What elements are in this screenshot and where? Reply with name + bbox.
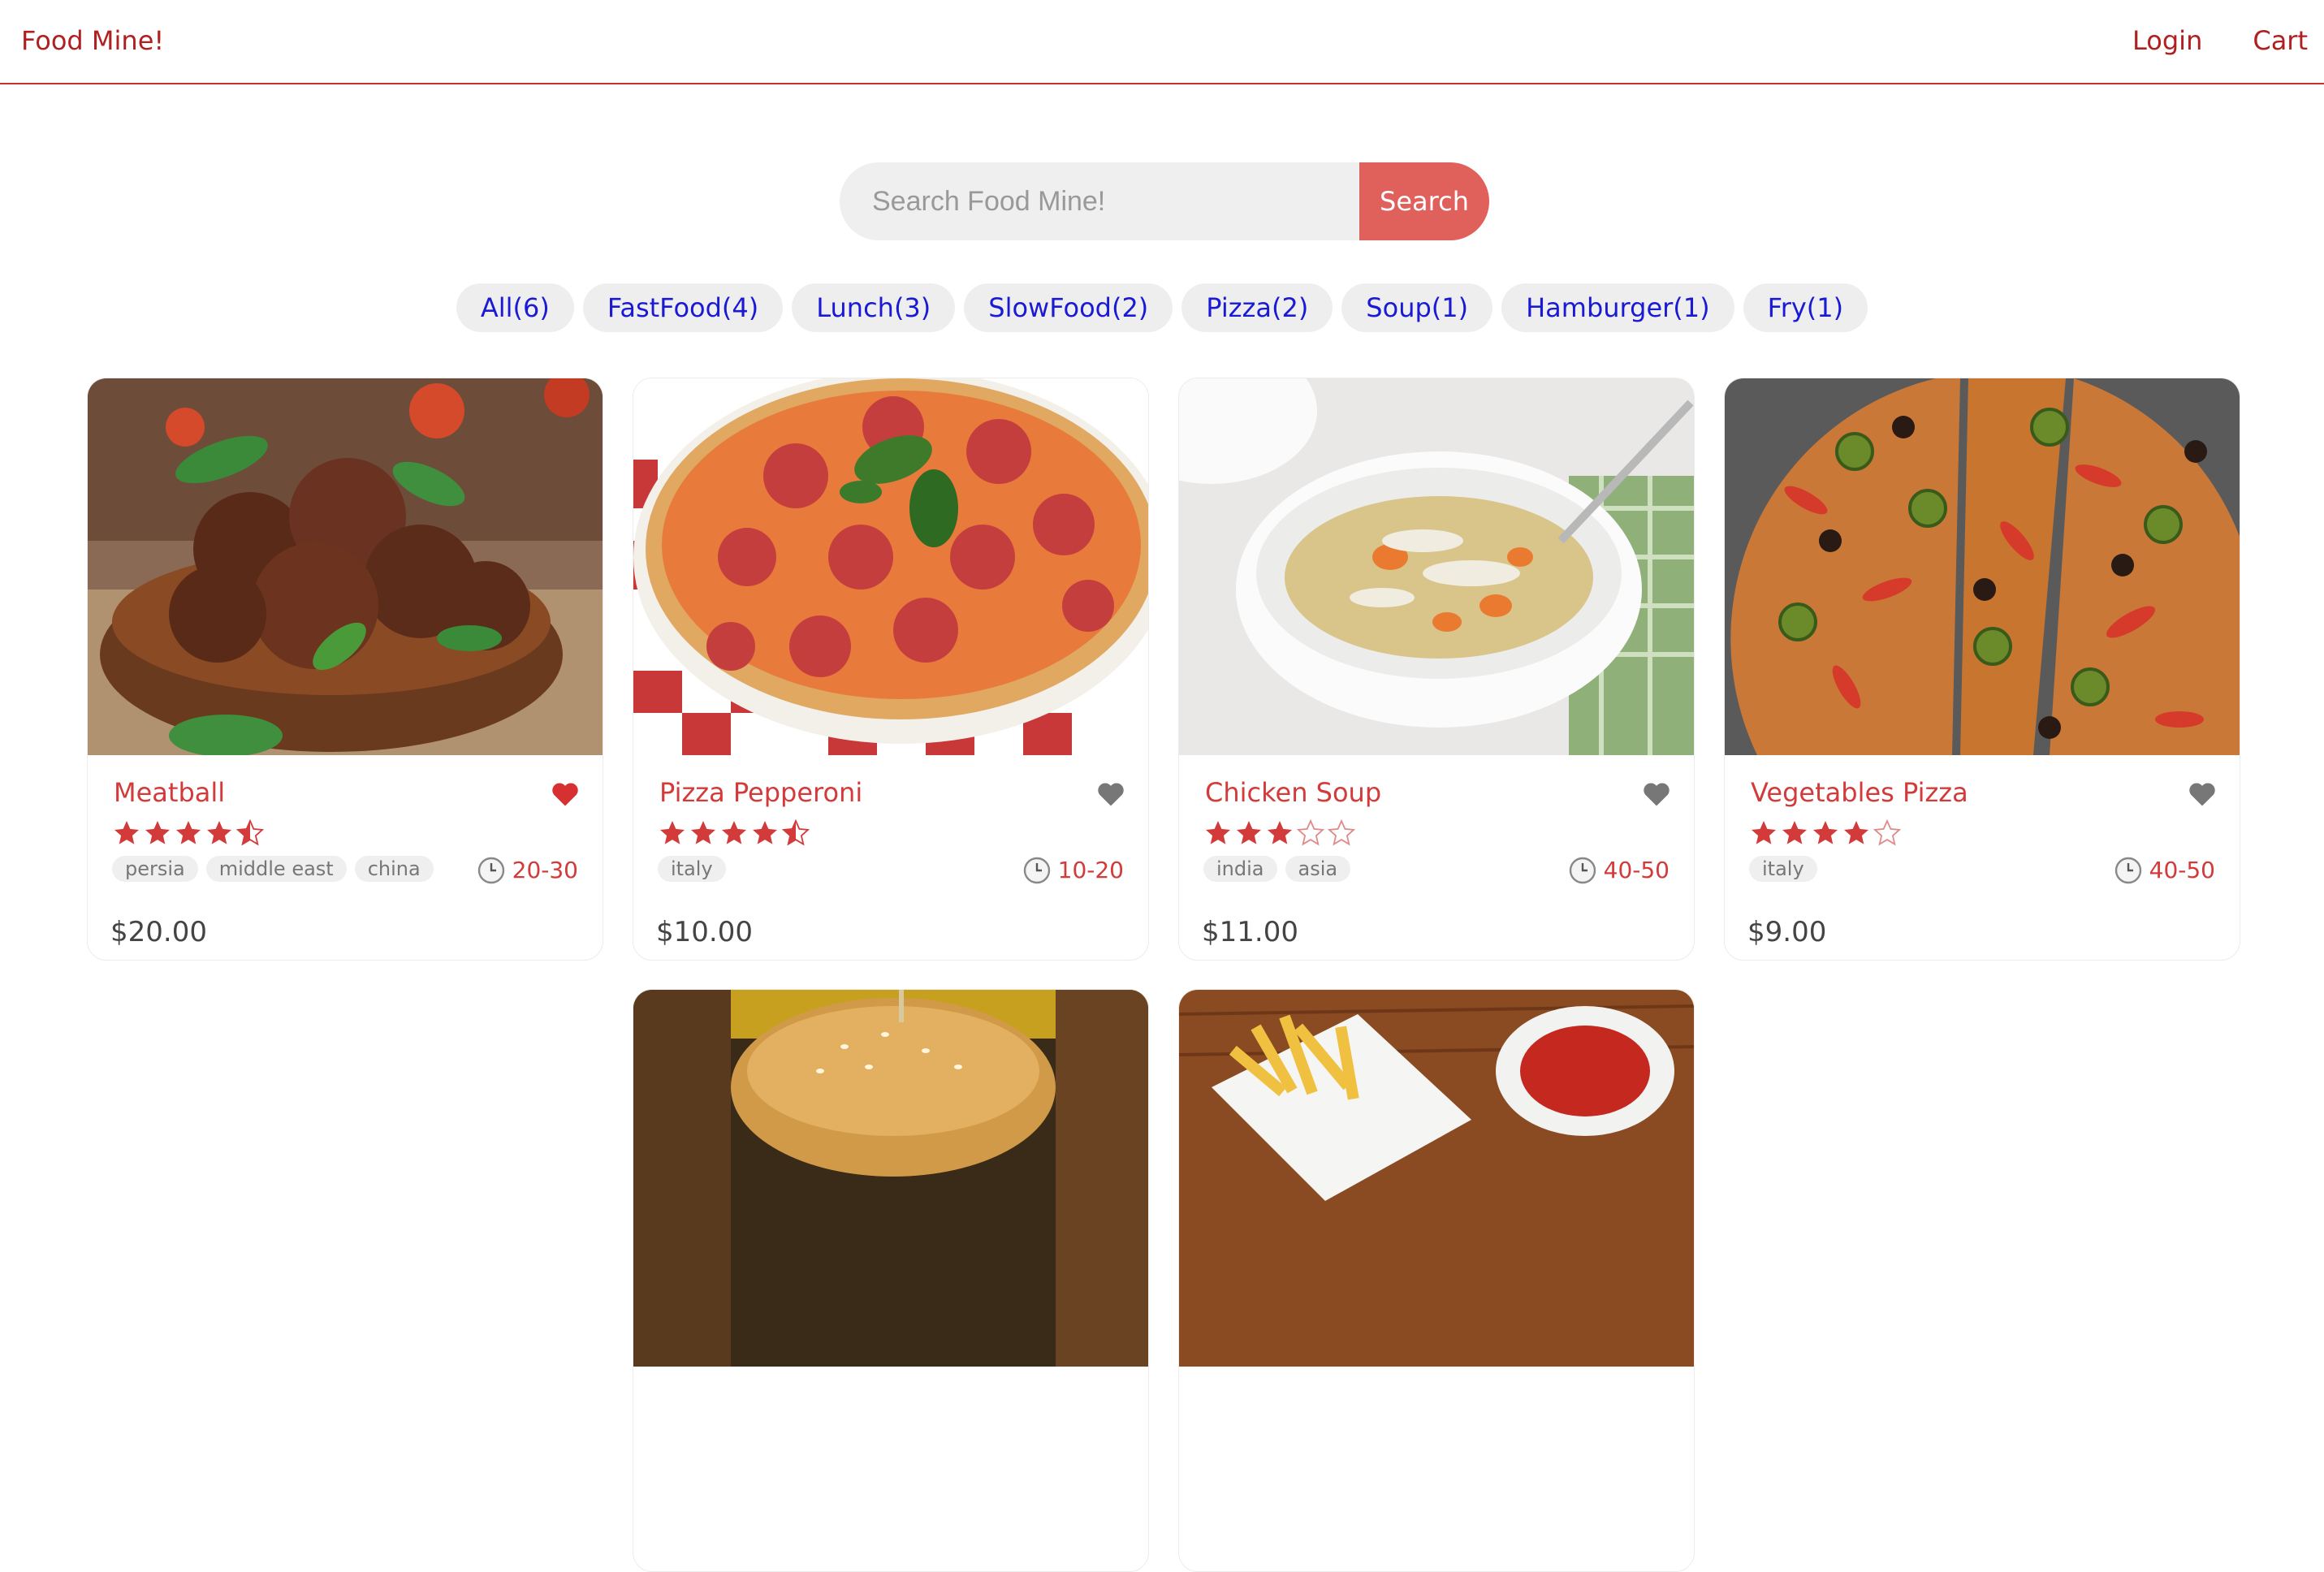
clock-icon: [1569, 857, 1596, 884]
food-price: $10.00: [656, 916, 753, 948]
star-full-icon: [691, 821, 715, 844]
favorite-heart-icon[interactable]: [2188, 781, 2217, 807]
origin-tag: india: [1203, 856, 1277, 882]
food-name[interactable]: Chicken Soup: [1205, 776, 1381, 809]
cook-time: 20-30: [477, 856, 578, 885]
food-card-vegetables-pizza[interactable]: Vegetables Pizza italy 40-50 $9.00: [1724, 378, 2240, 961]
food-name[interactable]: Pizza Pepperoni: [659, 776, 862, 809]
card-body: Vegetables Pizza italy 40-50 $9.00: [1725, 755, 2240, 960]
star-full-icon: [114, 821, 139, 844]
cart-link[interactable]: Cart: [2253, 24, 2308, 57]
login-link[interactable]: Login: [2132, 24, 2202, 57]
meatball-photo: [88, 378, 603, 755]
favorite-heart-icon[interactable]: [1642, 781, 1671, 807]
origin-tag: asia: [1285, 856, 1351, 882]
cook-time-value: 40-50: [1603, 857, 1670, 883]
origin-tag: italy: [658, 856, 726, 882]
star-full-icon: [660, 821, 685, 844]
favorite-heart-icon[interactable]: [551, 781, 580, 807]
star-full-icon: [1813, 821, 1838, 844]
tag-soup[interactable]: Soup(1): [1341, 283, 1493, 332]
star-full-icon: [1844, 821, 1868, 844]
pepperoni-pizza-photo: [633, 378, 1148, 755]
search-bar: Search: [840, 162, 1489, 240]
cook-time-value: 40-50: [2149, 857, 2215, 883]
origin-tags: india asia: [1203, 856, 1351, 882]
star-empty-icon: [1873, 818, 1902, 846]
search-button[interactable]: Search: [1359, 162, 1489, 240]
tag-pizza[interactable]: Pizza(2): [1181, 283, 1333, 332]
star-full-icon: [753, 821, 777, 844]
star-full-icon: [1237, 821, 1261, 844]
hamburger-photo: [633, 990, 1148, 1367]
top-navbar: Food Mine! Login Cart: [0, 0, 2324, 84]
star-rating: [1203, 818, 1356, 848]
star-full-icon: [207, 821, 231, 844]
star-rating: [658, 818, 810, 848]
star-full-icon: [145, 821, 170, 844]
food-card-hamburger[interactable]: [633, 989, 1149, 1572]
cook-time-value: 10-20: [1057, 857, 1124, 883]
star-full-icon: [1268, 821, 1292, 844]
food-card-meatball[interactable]: Meatball persia middle east china 20-30: [87, 378, 603, 961]
food-price: $9.00: [1747, 916, 1827, 948]
tag-filter-bar: All(6) FastFood(4) Lunch(3) SlowFood(2) …: [0, 283, 2324, 332]
star-rating: [112, 818, 265, 848]
star-full-icon: [1206, 821, 1230, 844]
origin-tags: persia middle east china: [112, 856, 434, 882]
cook-time-value: 20-30: [512, 857, 578, 883]
tag-hamburger[interactable]: Hamburger(1): [1501, 283, 1734, 332]
tag-fry[interactable]: Fry(1): [1743, 283, 1868, 332]
food-card-pizza-pepperoni[interactable]: Pizza Pepperoni italy 10-20 $10.00: [633, 378, 1149, 961]
food-card-chicken-soup[interactable]: Chicken Soup india asia 40-50 $11.00: [1178, 378, 1695, 961]
tag-all[interactable]: All(6): [456, 283, 574, 332]
origin-tag: persia: [112, 856, 198, 882]
french-fries-photo: [1179, 990, 1694, 1367]
origin-tag: italy: [1749, 856, 1817, 882]
clock-icon: [477, 857, 504, 884]
cook-time: 40-50: [2114, 856, 2215, 885]
food-name[interactable]: Meatball: [114, 776, 225, 809]
star-half-icon: [235, 818, 265, 846]
clock-icon: [2114, 857, 2141, 884]
star-empty-icon: [1296, 818, 1325, 846]
star-empty-icon: [1327, 818, 1356, 846]
star-half-icon: [781, 818, 810, 846]
site-logo[interactable]: Food Mine!: [21, 24, 164, 57]
card-body: Pizza Pepperoni italy 10-20 $10.00: [633, 755, 1148, 960]
origin-tags: italy: [658, 856, 726, 882]
card-body: Meatball persia middle east china 20-30: [88, 755, 603, 960]
tag-lunch[interactable]: Lunch(3): [792, 283, 956, 332]
tag-slowfood[interactable]: SlowFood(2): [964, 283, 1173, 332]
star-rating: [1749, 818, 1902, 848]
search-input[interactable]: [840, 162, 1359, 240]
food-card-french-fries[interactable]: [1178, 989, 1695, 1572]
cook-time: 10-20: [1022, 856, 1124, 885]
nav-links: Login Cart: [2132, 24, 2308, 57]
tag-fastfood[interactable]: FastFood(4): [582, 283, 784, 332]
star-full-icon: [1752, 821, 1776, 844]
origin-tag: middle east: [205, 856, 347, 882]
origin-tags: italy: [1749, 856, 1817, 882]
star-full-icon: [1782, 821, 1807, 844]
food-name[interactable]: Vegetables Pizza: [1751, 776, 1968, 809]
food-price: $11.00: [1202, 916, 1298, 948]
chicken-soup-photo: [1179, 378, 1694, 755]
vegetable-pizza-photo: [1725, 378, 2240, 755]
food-price: $20.00: [110, 916, 207, 948]
clock-icon: [1023, 857, 1050, 884]
star-full-icon: [176, 821, 201, 844]
origin-tag: china: [354, 856, 434, 882]
star-full-icon: [722, 821, 746, 844]
favorite-heart-icon[interactable]: [1096, 781, 1125, 807]
cook-time: 40-50: [1568, 856, 1670, 885]
card-body: Chicken Soup india asia 40-50 $11.00: [1179, 755, 1694, 960]
